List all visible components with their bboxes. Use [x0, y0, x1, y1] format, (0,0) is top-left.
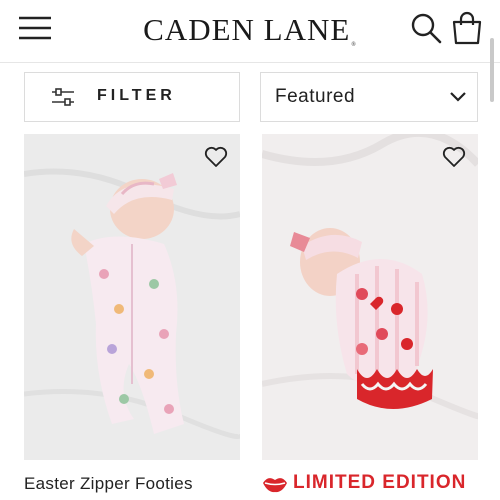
cart-button[interactable] [450, 11, 484, 45]
product-title[interactable]: Easter Zipper Footies [24, 474, 193, 494]
filter-button[interactable]: FILTER [24, 72, 240, 122]
chevron-down-icon [449, 90, 467, 104]
page-scrollbar[interactable] [490, 38, 494, 102]
registered-mark: ® [351, 42, 357, 48]
lips-kiss-icon [262, 474, 288, 494]
sort-dropdown[interactable]: Featured [260, 72, 478, 122]
sort-value: Featured [275, 86, 356, 107]
product-card-limited-edition[interactable] [262, 134, 478, 460]
product-image [262, 134, 478, 460]
site-header: CADEN LANE® [0, 0, 500, 63]
wishlist-heart-icon[interactable] [204, 146, 228, 168]
search-button[interactable] [410, 12, 442, 44]
brand-name: CADEN LANE [143, 12, 351, 47]
product-image [24, 134, 240, 460]
product-card-easter-footies[interactable] [24, 134, 240, 460]
wishlist-heart-icon[interactable] [442, 146, 466, 168]
shopping-bag-icon [452, 11, 482, 45]
search-icon [411, 13, 442, 44]
filter-label: FILTER [97, 87, 176, 104]
sliders-icon [51, 86, 75, 108]
product-title[interactable]: LIMITED EDITION [293, 472, 466, 494]
